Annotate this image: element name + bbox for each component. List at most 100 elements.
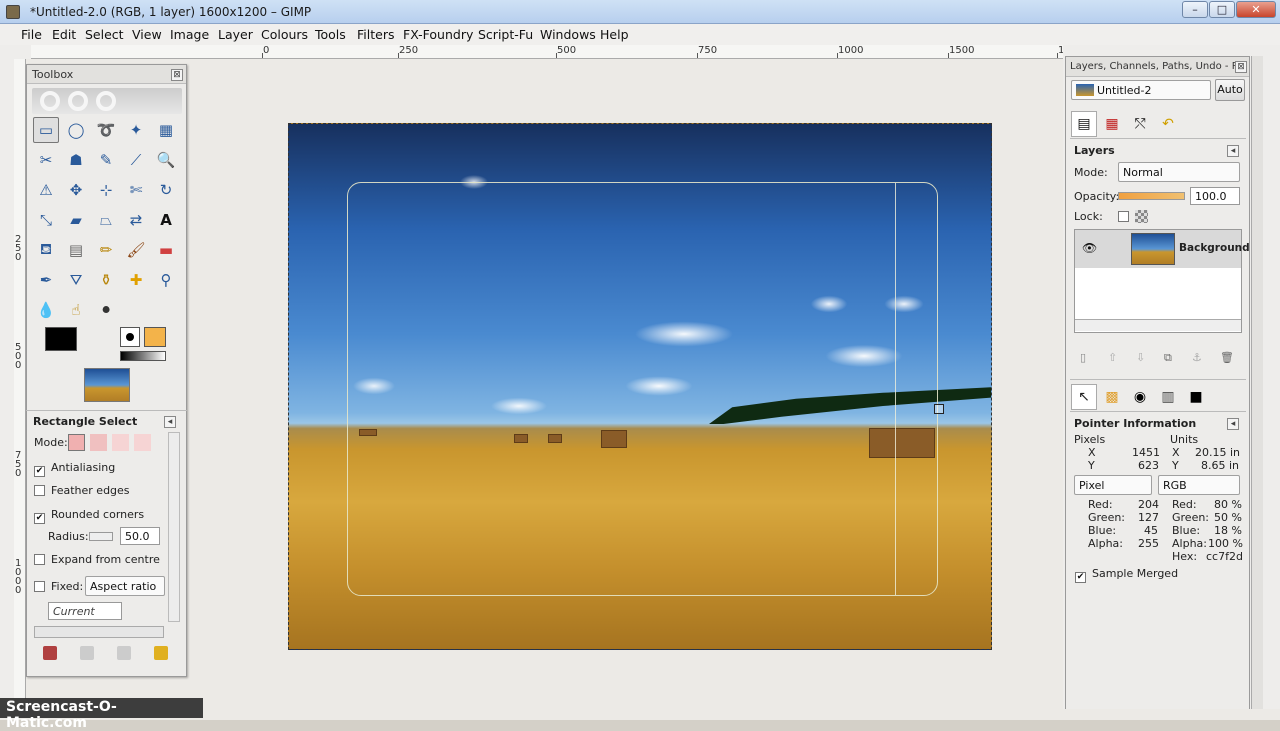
menu-windows[interactable]: Windows: [540, 27, 596, 42]
blend-tool-icon[interactable]: ▤: [63, 237, 89, 263]
tab-pointer-icon[interactable]: ↖: [1071, 384, 1097, 410]
menu-image[interactable]: Image: [170, 27, 209, 42]
antialiasing-checkbox[interactable]: ✔: [34, 466, 45, 477]
ellipse-select-tool-icon[interactable]: ◯: [63, 117, 89, 143]
rounded-corners-checkbox[interactable]: ✔: [34, 513, 45, 524]
expand-from-centre-option[interactable]: Expand from centre: [34, 553, 160, 566]
foreground-color-swatch[interactable]: [45, 327, 77, 351]
menu-select[interactable]: Select: [85, 27, 124, 42]
dodge-burn-tool-icon[interactable]: ⚫: [93, 297, 119, 323]
vertical-scrollbar[interactable]: [168, 432, 180, 622]
scale-tool-icon[interactable]: ⤡: [33, 207, 59, 233]
zoom-tool-icon[interactable]: 🔍: [153, 147, 179, 173]
active-image-thumbnail[interactable]: [84, 368, 130, 402]
menu-filters[interactable]: Filters: [357, 27, 394, 42]
flip-tool-icon[interactable]: ⇄: [123, 207, 149, 233]
layers-menu-button[interactable]: ◂: [1227, 145, 1239, 157]
right-sample-mode-dropdown[interactable]: RGB: [1158, 475, 1240, 495]
ink-tool-icon[interactable]: ⛛: [63, 267, 89, 293]
blur-tool-icon[interactable]: 💧: [33, 297, 59, 323]
dock-close-button[interactable]: ⊠: [1235, 61, 1247, 73]
airbrush-tool-icon[interactable]: ✒: [33, 267, 59, 293]
lock-pixels-checkbox[interactable]: [1118, 211, 1129, 222]
auto-button[interactable]: Auto: [1215, 79, 1245, 101]
mode-add-button[interactable]: [90, 434, 107, 451]
tab-channels-icon[interactable]: ▦: [1099, 111, 1125, 137]
toolbox-close-button[interactable]: ⊠: [171, 69, 183, 81]
mode-subtract-button[interactable]: [112, 434, 129, 451]
lasso-tool-icon[interactable]: ➰: [93, 117, 119, 143]
move-tool-icon[interactable]: ✥: [63, 177, 89, 203]
foreground-select-tool-icon[interactable]: ☗: [63, 147, 89, 173]
sample-merged-option[interactable]: ✔ Sample Merged: [1075, 567, 1178, 583]
tab-undo-icon[interactable]: ↶: [1155, 111, 1181, 137]
scissors-tool-icon[interactable]: ✂: [33, 147, 59, 173]
menu-fx-foundry[interactable]: FX-Foundry: [403, 27, 473, 42]
antialiasing-option[interactable]: ✔ Antialiasing: [34, 461, 115, 477]
current-value-field[interactable]: Current: [48, 602, 122, 620]
tab-brush-icon[interactable]: ◉: [1127, 384, 1153, 410]
image-selector-dropdown[interactable]: Untitled-2: [1071, 80, 1211, 100]
lower-layer-icon[interactable]: ⇩: [1136, 351, 1145, 364]
save-options-icon[interactable]: [43, 646, 57, 660]
shear-tool-icon[interactable]: ▰: [63, 207, 89, 233]
color-picker-tool-icon[interactable]: ⟋: [123, 147, 149, 173]
crop-tool-icon[interactable]: ✄: [123, 177, 149, 203]
raise-layer-icon[interactable]: ⇧: [1108, 351, 1117, 364]
layer-mode-dropdown[interactable]: Normal: [1118, 162, 1240, 182]
tab-paths-icon[interactable]: ⤲: [1127, 111, 1153, 137]
gradient-indicator[interactable]: [120, 351, 166, 361]
sample-merged-checkbox[interactable]: ✔: [1075, 572, 1086, 583]
feather-edges-option[interactable]: Feather edges: [34, 484, 130, 497]
mode-replace-button[interactable]: [68, 434, 85, 451]
perspective-clone-tool-icon[interactable]: ⚲: [153, 267, 179, 293]
rotate-tool-icon[interactable]: ↻: [153, 177, 179, 203]
fixed-dropdown[interactable]: Aspect ratio: [85, 576, 165, 596]
fuzzy-select-tool-icon[interactable]: ✦: [123, 117, 149, 143]
restore-options-icon[interactable]: [80, 646, 94, 660]
measure-tool-icon[interactable]: ⚠: [33, 177, 59, 203]
layer-row[interactable]: 👁 Background: [1075, 230, 1250, 268]
layer-name[interactable]: Background: [1179, 242, 1250, 254]
pencil-tool-icon[interactable]: ✏: [93, 237, 119, 263]
maximize-button[interactable]: □: [1209, 1, 1235, 18]
pattern-indicator[interactable]: [144, 327, 166, 347]
minimize-button[interactable]: –: [1182, 1, 1208, 18]
eye-icon[interactable]: 👁: [1082, 241, 1097, 255]
layers-scrollbar[interactable]: [1075, 319, 1241, 331]
heal-tool-icon[interactable]: ✚: [123, 267, 149, 293]
menu-tools[interactable]: Tools: [315, 27, 346, 42]
expand-from-centre-checkbox[interactable]: [34, 554, 45, 565]
close-button[interactable]: ✕: [1236, 1, 1276, 18]
color-select-tool-icon[interactable]: ▦: [153, 117, 179, 143]
lock-alpha-icon[interactable]: [1135, 210, 1148, 223]
paintbrush-tool-icon[interactable]: 🖌: [123, 237, 149, 263]
tab-gradient-icon[interactable]: ▥: [1155, 384, 1181, 410]
fixed-option[interactable]: Fixed:: [34, 580, 83, 593]
new-layer-icon[interactable]: ▯: [1080, 351, 1086, 364]
menu-colours[interactable]: Colours: [261, 27, 308, 42]
bucket-fill-tool-icon[interactable]: ⛾: [33, 237, 59, 263]
feather-edges-checkbox[interactable]: [34, 485, 45, 496]
clone-tool-icon[interactable]: ⚱: [93, 267, 119, 293]
delete-layer-icon[interactable]: 🗑: [1220, 351, 1234, 364]
eraser-tool-icon[interactable]: ▬: [153, 237, 179, 263]
brush-indicator[interactable]: [120, 327, 140, 347]
opacity-spinbox[interactable]: 100.0: [1190, 187, 1240, 205]
radius-slider[interactable]: [89, 532, 113, 541]
pointer-menu-button[interactable]: ◂: [1227, 418, 1239, 430]
tab-layers-icon[interactable]: ▤: [1071, 111, 1097, 137]
horizontal-ruler[interactable]: 0 250 500 750 1000 1500 1750 2000: [31, 45, 1063, 59]
delete-options-icon[interactable]: [117, 646, 131, 660]
align-tool-icon[interactable]: ⊹: [93, 177, 119, 203]
rect-select-tool-icon[interactable]: ▭: [33, 117, 59, 143]
layers-list[interactable]: 👁 Background: [1074, 229, 1250, 333]
anchor-layer-icon[interactable]: ⚓: [1192, 351, 1202, 364]
smudge-tool-icon[interactable]: ☝: [63, 297, 89, 323]
text-tool-icon[interactable]: A: [153, 207, 179, 233]
opacity-slider[interactable]: [1118, 192, 1185, 200]
tab-colors-icon[interactable]: ■: [1183, 384, 1209, 410]
left-sample-mode-dropdown[interactable]: Pixel: [1074, 475, 1152, 495]
vertical-ruler[interactable]: 250 500 750 1000: [14, 59, 26, 699]
menu-script-fu[interactable]: Script-Fu: [478, 27, 533, 42]
